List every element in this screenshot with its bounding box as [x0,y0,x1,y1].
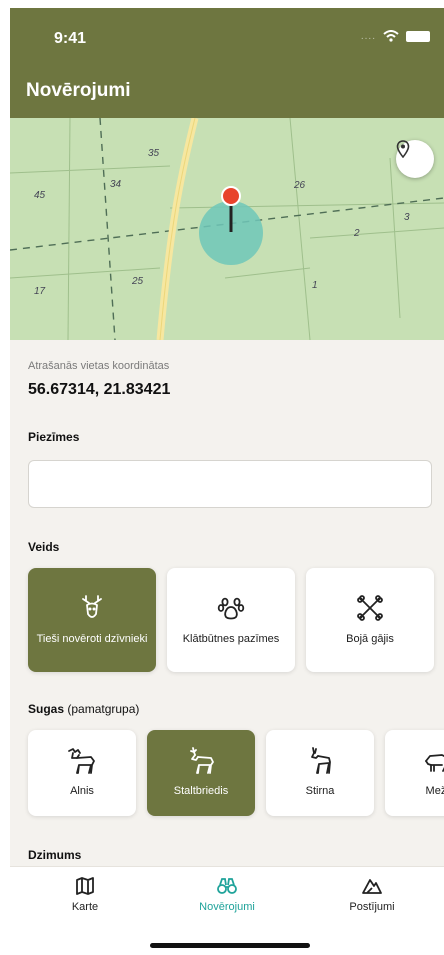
map-icon [76,877,94,895]
coordinates-label: Atrašanās vietas koordinātas [28,360,170,372]
red-deer-icon [190,747,214,774]
location-pin-head [221,186,241,206]
species-option-label: Alnis [70,785,94,797]
species-option-label: Stirna [305,785,335,797]
type-option-signs-of-presence[interactable]: Klātbūtnes pazīmes [167,568,295,672]
map-canvas [10,118,444,340]
app-header: 9:41 .... Novērojumi [10,8,444,118]
parcel-number: 17 [34,286,46,297]
home-indicator [150,943,310,948]
moose-icon [68,748,95,774]
species-label-text: Sugas [28,702,65,716]
type-label: Veids [28,540,60,554]
tab-label: Postījumi [349,901,395,913]
roe-deer-icon [311,747,331,774]
bones-icon [357,595,383,621]
species-option-red-deer[interactable]: Staltbriedis [147,730,255,816]
tab-damages[interactable]: Postījumi [312,877,432,913]
status-icons: .... [361,30,430,42]
tab-bar: Karte Novērojumi Postījumi [10,866,444,955]
parcel-number: 1 [312,280,318,291]
parcel-number: 35 [148,148,160,159]
tab-observations[interactable]: Novērojumi [167,877,287,913]
phone-screen: 9:41 .... Novērojumi 35 45 34 26 2 3 17 … [10,8,444,955]
locate-me-button[interactable] [396,140,434,178]
parcel-number: 26 [294,180,306,191]
type-option-dead[interactable]: Bojā gājis [306,568,434,672]
wifi-icon [383,30,399,42]
tab-map[interactable]: Karte [25,877,145,913]
status-time: 9:41 [54,30,87,47]
map-view[interactable]: 35 45 34 26 2 3 17 25 1 [10,118,444,340]
type-option-label: Tieši novēroti dzīvnieki [36,633,148,645]
coordinates-value: 56.67314, 21.83421 [28,381,171,398]
species-option-label: Meža [425,785,444,797]
type-option-label: Bojā gājis [346,633,394,645]
binoculars-icon [217,878,237,894]
type-option-direct-observation[interactable]: Tieši novēroti dzīvnieki [28,568,156,672]
parcel-number: 3 [404,212,410,223]
paw-print-icon [217,597,245,620]
parcel-number: 25 [132,276,144,287]
species-option-moose[interactable]: Alnis [28,730,136,816]
gender-label: Dzimums [28,848,82,862]
tab-label: Novērojumi [199,901,255,913]
species-option-boar[interactable]: Meža [385,730,444,816]
cellular-signal-icon: .... [360,30,376,42]
boar-icon [425,754,444,772]
species-sublabel: (pamatgrupa) [67,702,140,716]
page-title: Novērojumi [26,80,131,101]
location-marker-icon [396,140,410,158]
notes-input[interactable] [28,460,432,508]
battery-icon [406,30,430,42]
damage-icon [362,879,382,894]
tab-label: Karte [71,901,99,913]
notes-label: Piezīmes [28,430,80,444]
parcel-number: 2 [354,228,360,239]
species-option-label: Staltbriedis [173,785,229,797]
species-option-roe-deer[interactable]: Stirna [266,730,374,816]
type-option-label: Klātbūtnes pazīmes [182,633,280,645]
parcel-number: 34 [110,179,122,190]
deer-head-icon [82,595,102,618]
parcel-number: 45 [34,190,46,201]
species-label: Sugas (pamatgrupa) [28,702,139,716]
